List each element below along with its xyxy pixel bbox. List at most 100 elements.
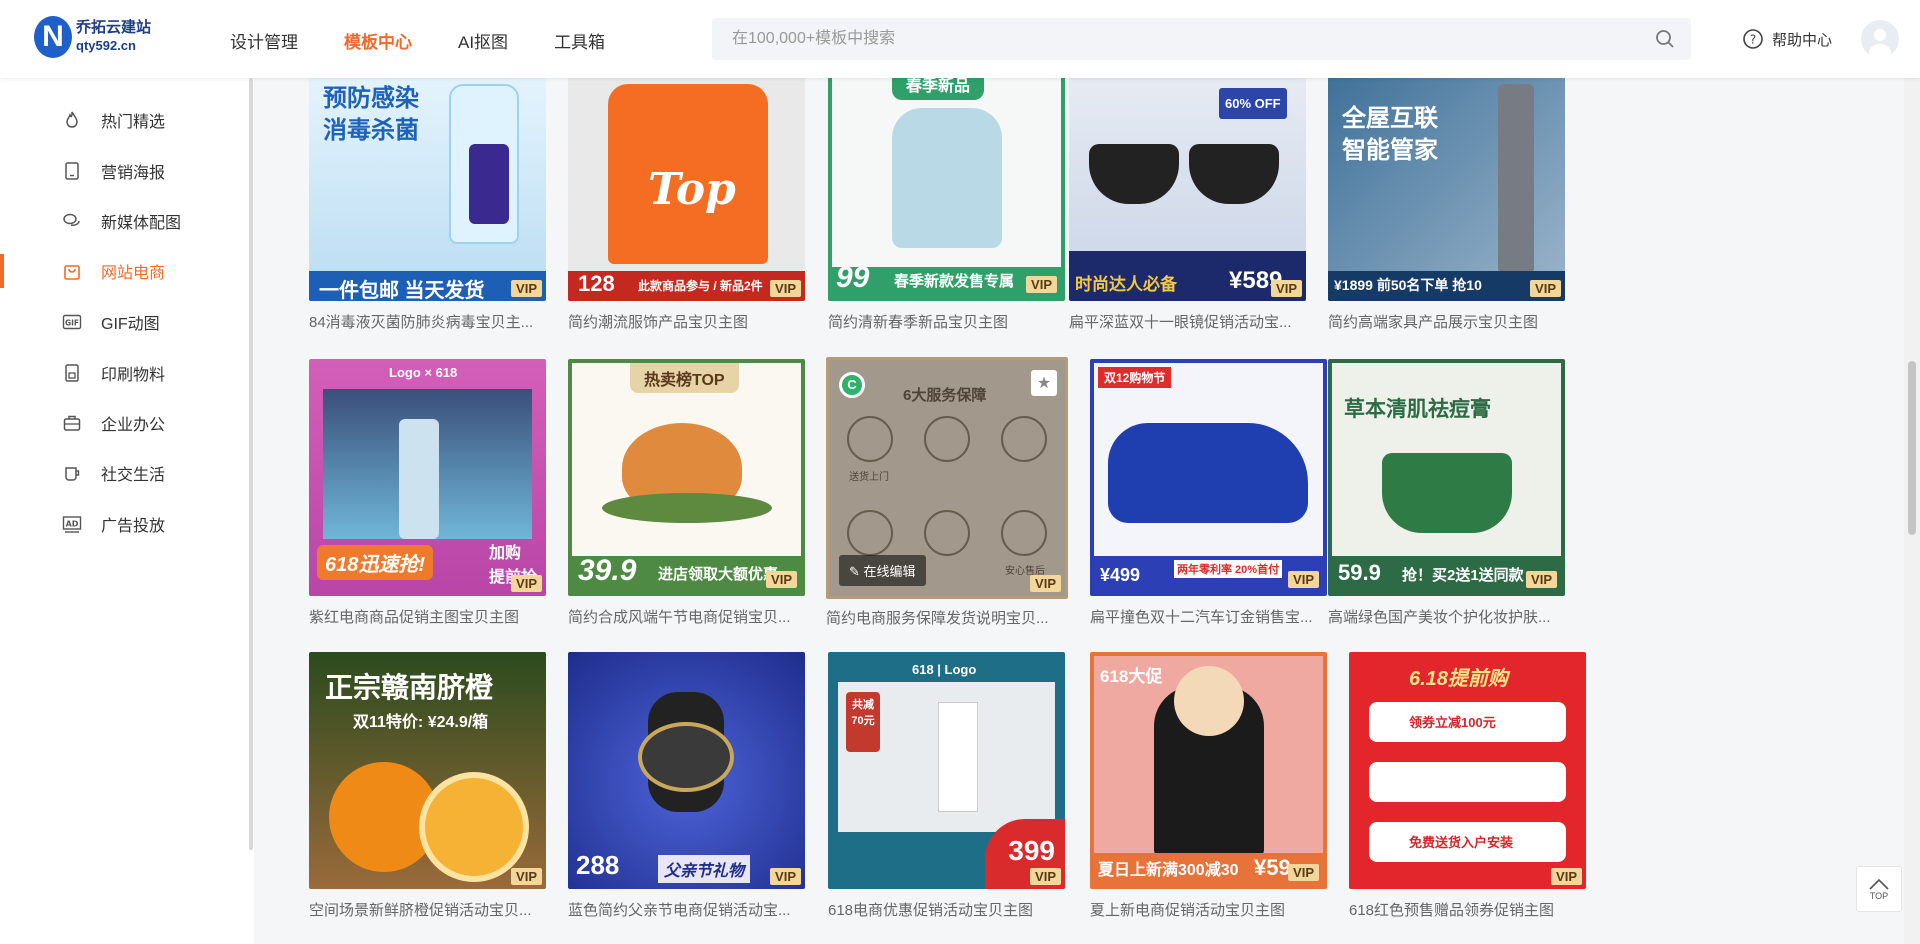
template-title[interactable]: 84消毒液灭菌防肺炎病毒宝贝主... — [309, 311, 546, 332]
sidebar-item-label: 营销海报 — [101, 165, 166, 182]
template-card[interactable]: 春季新品 99 春季新款发售专属 VIP 简约清新春季新品宝贝主图 — [828, 78, 1065, 332]
sidebar-item-hot[interactable]: 热门精选 — [0, 100, 250, 140]
sidebar-item-ecommerce[interactable]: 网站电商 — [0, 251, 250, 291]
template-title[interactable]: 蓝色简约父亲节电商促销活动宝... — [568, 899, 805, 920]
nav-template-center[interactable]: 模板中心 — [344, 28, 412, 53]
sidebar-item-ads[interactable]: AD 广告投放 — [0, 504, 250, 544]
help-center[interactable]: ? 帮助中心 — [1742, 28, 1832, 50]
bottle-label — [469, 144, 509, 224]
leaf-image — [602, 493, 772, 523]
template-thumbnail[interactable]: 288 父亲节礼物 VIP — [568, 652, 805, 889]
template-title[interactable]: 618电商优惠促销活动宝贝主图 — [828, 899, 1065, 920]
vip-badge: VIP — [1530, 280, 1561, 297]
logo-text: 乔拓云建站 qty592.cn — [76, 19, 151, 55]
sidebar-item-label: GIF动图 — [101, 316, 160, 333]
watch-face — [638, 722, 734, 792]
template-title[interactable]: 紫红电商商品促销主图宝贝主图 — [309, 606, 546, 627]
sidebar-item-poster[interactable]: 营销海报 — [0, 151, 250, 191]
template-title[interactable]: 简约高端家具产品展示宝贝主图 — [1328, 311, 1565, 332]
template-card[interactable]: 正宗赣南脐橙 双11特价: ¥24.9/箱 VIP 空间场景新鲜脐橙促销活动宝贝… — [309, 652, 546, 920]
poster-banner: 春季新款发售专属 — [894, 273, 1015, 290]
search-icon[interactable] — [1655, 29, 1675, 49]
template-card[interactable]: 草本清肌祛痘膏 59.9 抢！买2送1送同款 VIP 高端绿色国产美妆个护化妆护… — [1328, 359, 1565, 627]
template-card[interactable]: 热卖榜TOP 39.9 进店领取大额优惠 VIP 简约合成风端午节电商促销宝贝.… — [568, 359, 805, 627]
template-title[interactable]: 简约潮流服饰产品宝贝主图 — [568, 311, 805, 332]
sidebar-item-new-media[interactable]: 新媒体配图 — [0, 201, 250, 241]
orange-half-image — [419, 772, 529, 882]
nav-design-management[interactable]: 设计管理 — [230, 28, 298, 53]
page-scrollbar[interactable] — [1904, 78, 1920, 944]
poster-banner: 父亲节礼物 — [658, 855, 751, 883]
template-title[interactable]: 618红色预售赠品领券促销主图 — [1349, 899, 1586, 920]
template-card[interactable]: 6.18提前购 领券立减100元 免费送货入户安装 VIP 618红色预售赠品领… — [1349, 652, 1586, 920]
template-thumbnail[interactable]: Top 128 此款商品参与 / 新品2件 VIP — [568, 78, 805, 301]
template-thumbnail[interactable]: 618大促 夏日上新满300减30 ¥59 VIP — [1090, 652, 1327, 889]
template-title[interactable]: 简约电商服务保障发货说明宝贝... — [826, 607, 1068, 628]
vip-badge: VIP — [511, 868, 542, 885]
back-to-top-button[interactable]: TOP — [1856, 866, 1902, 912]
avatar[interactable] — [1861, 20, 1899, 58]
template-thumbnail[interactable]: 6大服务保障 送货上门 安心售后 C ★ ✎ 在线编辑 VIP — [826, 357, 1068, 599]
template-card[interactable]: 预防感染 消毒杀菌 一件包邮 当天发货 VIP 84消毒液灭菌防肺炎病毒宝贝主.… — [309, 78, 546, 332]
template-card[interactable]: 全屋互联 智能管家 ¥1899 前50名下单 抢10 VIP 简约高端家具产品展… — [1328, 78, 1565, 332]
template-card[interactable]: Top 128 此款商品参与 / 新品2件 VIP 简约潮流服饰产品宝贝主图 — [568, 78, 805, 332]
coupon-row — [1369, 762, 1566, 802]
model-head — [1174, 666, 1244, 736]
template-card[interactable]: 618大促 夏日上新满300减30 ¥59 VIP 夏上新电商促销活动宝贝主图 — [1090, 652, 1327, 920]
template-title[interactable]: 扁平深蓝双十一眼镜促销活动宝... — [1069, 311, 1306, 332]
template-thumbnail[interactable]: 预防感染 消毒杀菌 一件包邮 当天发货 VIP — [309, 78, 546, 301]
sidebar-item-print[interactable]: 印刷物料 — [0, 353, 250, 393]
sidebar-scrollbar[interactable] — [249, 78, 253, 850]
poster-discount: 60% OFF — [1219, 88, 1287, 119]
template-title[interactable]: 高端绿色国产美妆个护化妆护肤... — [1328, 606, 1565, 627]
favorite-button[interactable]: ★ — [1031, 370, 1057, 396]
poster-title: 6.18提前购 — [1409, 668, 1508, 690]
sidebar-item-label: 热门精选 — [101, 114, 166, 131]
edit-online-button[interactable]: ✎ 在线编辑 — [839, 555, 926, 586]
template-thumbnail[interactable]: 热卖榜TOP 39.9 进店领取大额优惠 VIP — [568, 359, 805, 596]
coupon-text: 领券立减100元 — [1409, 715, 1496, 730]
template-title[interactable]: 空间场景新鲜脐橙促销活动宝贝... — [309, 899, 546, 920]
vip-badge: VIP — [1030, 868, 1061, 885]
vip-badge: VIP — [1526, 571, 1557, 588]
template-title[interactable]: 简约清新春季新品宝贝主图 — [828, 311, 1065, 332]
template-title[interactable]: 夏上新电商促销活动宝贝主图 — [1090, 899, 1327, 920]
cream-jar-image — [1382, 453, 1512, 533]
briefcase-icon — [63, 415, 81, 431]
help-label: 帮助中心 — [1772, 31, 1833, 49]
poster-price: ¥59 — [1254, 855, 1291, 880]
template-thumbnail[interactable]: 双12购物节 ¥499 两年零利率 20%首付 VIP — [1090, 359, 1327, 596]
template-thumbnail[interactable]: 6.18提前购 领券立减100元 免费送货入户安装 VIP — [1349, 652, 1586, 889]
template-card[interactable]: 双12购物节 ¥499 两年零利率 20%首付 VIP 扁平撞色双十二汽车订金销… — [1090, 359, 1327, 627]
poster-title: 草本清肌祛痘膏 — [1344, 396, 1491, 421]
scrollbar-thumb[interactable] — [1908, 361, 1916, 535]
template-thumbnail[interactable]: 全屋互联 智能管家 ¥1899 前50名下单 抢10 VIP — [1328, 78, 1565, 301]
template-card[interactable]: 618 | Logo 共减70元 399 VIP 618电商优惠促销活动宝贝主图 — [828, 652, 1065, 920]
template-card[interactable]: 288 父亲节礼物 VIP 蓝色简约父亲节电商促销活动宝... — [568, 652, 805, 920]
template-title[interactable]: 简约合成风端午节电商促销宝贝... — [568, 606, 805, 627]
nav-toolbox[interactable]: 工具箱 — [554, 28, 605, 53]
glasses-left — [1089, 144, 1179, 204]
template-card-hovered[interactable]: 6大服务保障 送货上门 安心售后 C ★ ✎ 在线编辑 VIP 简约电商服务保障… — [826, 357, 1068, 628]
nav-ai-cutout[interactable]: AI抠图 — [458, 28, 508, 53]
sidebar-item-social[interactable]: 社交生活 — [0, 453, 250, 493]
search-input[interactable] — [712, 18, 1612, 60]
template-thumbnail[interactable]: 春季新品 99 春季新款发售专属 VIP — [828, 78, 1065, 301]
template-thumbnail[interactable]: Logo × 618 618迅速抢! 加购 提前抢 VIP — [309, 359, 546, 596]
avatar-icon — [1869, 29, 1891, 58]
template-card[interactable]: 60% OFF 时尚达人必备 ¥589 VIP 扁平深蓝双十一眼镜促销活动宝..… — [1069, 78, 1306, 332]
main-nav: 设计管理 模板中心 AI抠图 工具箱 — [230, 28, 651, 53]
template-card[interactable]: Logo × 618 618迅速抢! 加购 提前抢 VIP 紫红电商商品促销主图… — [309, 359, 546, 627]
site-logo[interactable]: N 乔拓云建站 qty592.cn — [34, 16, 151, 58]
template-thumbnail[interactable]: 618 | Logo 共减70元 399 VIP — [828, 652, 1065, 889]
template-title[interactable]: 扁平撞色双十二汽车订金销售宝... — [1090, 606, 1327, 627]
poster-title: 热卖榜TOP — [630, 363, 739, 393]
sidebar-item-gif[interactable]: GIF GIF动图 — [0, 302, 250, 342]
sidebar-item-label: 新媒体配图 — [101, 215, 182, 232]
template-thumbnail[interactable]: 60% OFF 时尚达人必备 ¥589 VIP — [1069, 78, 1306, 301]
poster-price: 99 — [836, 261, 870, 294]
gif-icon: GIF — [62, 314, 82, 330]
template-thumbnail[interactable]: 草本清肌祛痘膏 59.9 抢！买2送1送同款 VIP — [1328, 359, 1565, 596]
sidebar-item-office[interactable]: 企业办公 — [0, 403, 250, 443]
template-thumbnail[interactable]: 正宗赣南脐橙 双11特价: ¥24.9/箱 VIP — [309, 652, 546, 889]
